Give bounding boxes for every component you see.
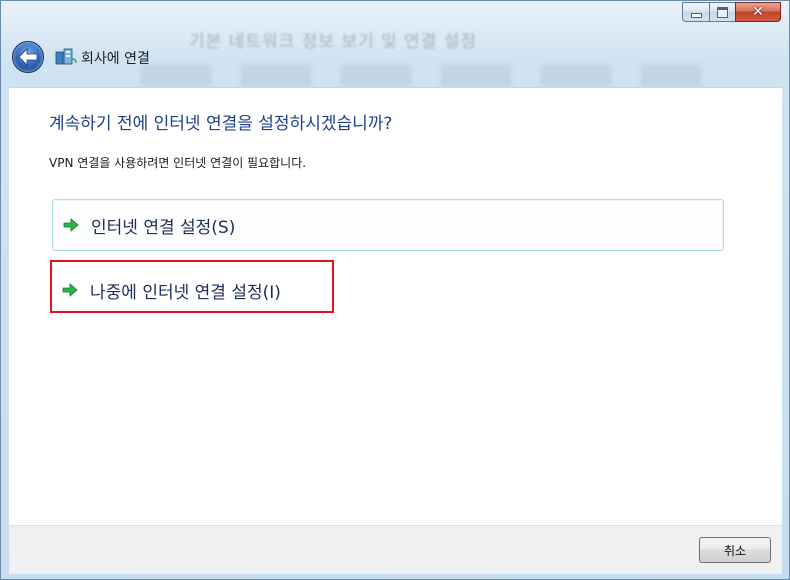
highlight-annotation-box <box>50 260 334 313</box>
cancel-button[interactable]: 취소 <box>699 537 771 563</box>
close-icon: ✕ <box>752 4 764 20</box>
wizard-window: 기본 네트워크 정보 보기 및 연결 설정 ✕ 회사에 연결 계속하기 전에 인… <box>0 0 790 580</box>
footer-bar: 취소 <box>9 525 782 574</box>
setup-internet-connection-link[interactable]: 인터넷 연결 설정(S) <box>52 199 724 251</box>
maximize-button[interactable] <box>709 2 735 22</box>
close-button[interactable]: ✕ <box>735 2 781 22</box>
back-button[interactable] <box>12 41 44 73</box>
background-toolbar-blur <box>141 65 701 87</box>
main-heading: 계속하기 전에 인터넷 연결을 설정하시겠습니까? <box>49 114 393 134</box>
vpn-connection-icon <box>55 48 77 65</box>
minimize-button[interactable] <box>682 2 709 22</box>
wizard-title: 회사에 연결 <box>81 51 150 67</box>
setup-internet-connection-label: 인터넷 연결 설정(S) <box>91 217 236 238</box>
green-arrow-icon <box>63 218 79 232</box>
minimize-icon <box>690 13 702 18</box>
maximize-icon <box>717 6 728 18</box>
back-arrow-icon <box>18 48 38 66</box>
content-panel: 계속하기 전에 인터넷 연결을 설정하시겠습니까? VPN 연결을 사용하려면 … <box>9 87 782 526</box>
background-window-title: 기본 네트워크 정보 보기 및 연결 설정 <box>189 32 478 52</box>
caption-buttons: ✕ <box>682 2 781 23</box>
description-text: VPN 연결을 사용하려면 인터넷 연결이 필요합니다. <box>49 156 307 170</box>
